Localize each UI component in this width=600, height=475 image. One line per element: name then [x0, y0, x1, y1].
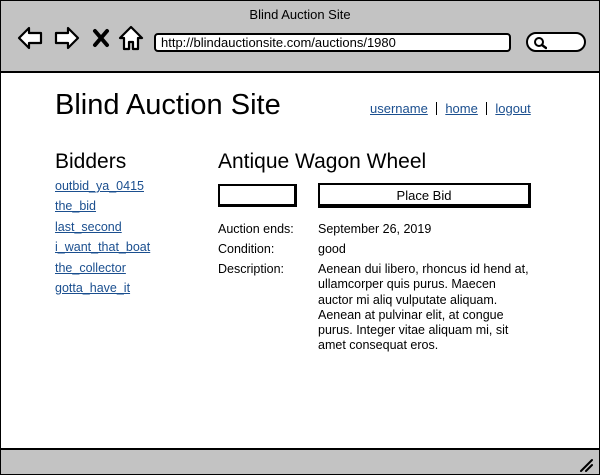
- username-link[interactable]: username: [370, 101, 428, 116]
- link-separator: [435, 102, 438, 115]
- home-link[interactable]: home: [445, 101, 478, 116]
- search-icon: [534, 37, 547, 50]
- header-links: username home logout: [370, 101, 531, 116]
- condition-value: good: [318, 242, 346, 256]
- address-bar[interactable]: http://blindauctionsite.com/auctions/198…: [154, 33, 511, 52]
- list-item: gotta_have_it: [55, 281, 150, 301]
- place-bid-button[interactable]: Place Bid: [318, 183, 531, 208]
- bidder-link[interactable]: last_second: [55, 220, 122, 234]
- forward-arrow-icon[interactable]: [54, 25, 80, 51]
- site-title: Blind Auction Site: [55, 89, 281, 121]
- list-item: the_collector: [55, 261, 150, 281]
- logout-link[interactable]: logout: [495, 101, 530, 116]
- bidder-link[interactable]: the_collector: [55, 261, 126, 275]
- home-icon[interactable]: [118, 25, 144, 51]
- list-item: last_second: [55, 220, 150, 240]
- bidder-link[interactable]: i_want_that_boat: [55, 240, 150, 254]
- page-content: Blind Auction Site username home logout Bi…: [1, 73, 599, 448]
- bidder-list: outbid_ya_0415 the_bid last_second i_wan…: [55, 179, 150, 301]
- item-title: Antique Wagon Wheel: [218, 150, 427, 173]
- bid-amount-input[interactable]: [218, 184, 297, 207]
- bidder-link[interactable]: outbid_ya_0415: [55, 179, 144, 193]
- list-item: the_bid: [55, 199, 150, 219]
- window-title: Blind Auction Site: [249, 7, 351, 22]
- description-label: Description:: [218, 262, 284, 276]
- browser-search-field[interactable]: [526, 32, 586, 52]
- bidder-link[interactable]: gotta_have_it: [55, 281, 130, 295]
- bidder-link[interactable]: the_bid: [55, 199, 96, 213]
- bidders-heading: Bidders: [55, 150, 127, 173]
- condition-label: Condition:: [218, 242, 275, 256]
- back-arrow-icon[interactable]: [17, 25, 43, 51]
- list-item: outbid_ya_0415: [55, 179, 150, 199]
- browser-chrome: Blind Auction Site http://blindauctionsi…: [1, 1, 599, 73]
- list-item: i_want_that_boat: [55, 240, 150, 260]
- description-text: Aenean dui libero, rhoncus id hend at, u…: [318, 262, 529, 353]
- status-bar: [1, 448, 599, 474]
- resize-grip-icon[interactable]: [579, 458, 593, 472]
- auction-ends-value: September 26, 2019: [318, 222, 432, 236]
- auction-ends-label: Auction ends:: [218, 222, 294, 236]
- browser-window: Blind Auction Site http://blindauctionsi…: [0, 0, 600, 475]
- link-separator: [485, 102, 488, 115]
- close-icon[interactable]: [92, 25, 110, 51]
